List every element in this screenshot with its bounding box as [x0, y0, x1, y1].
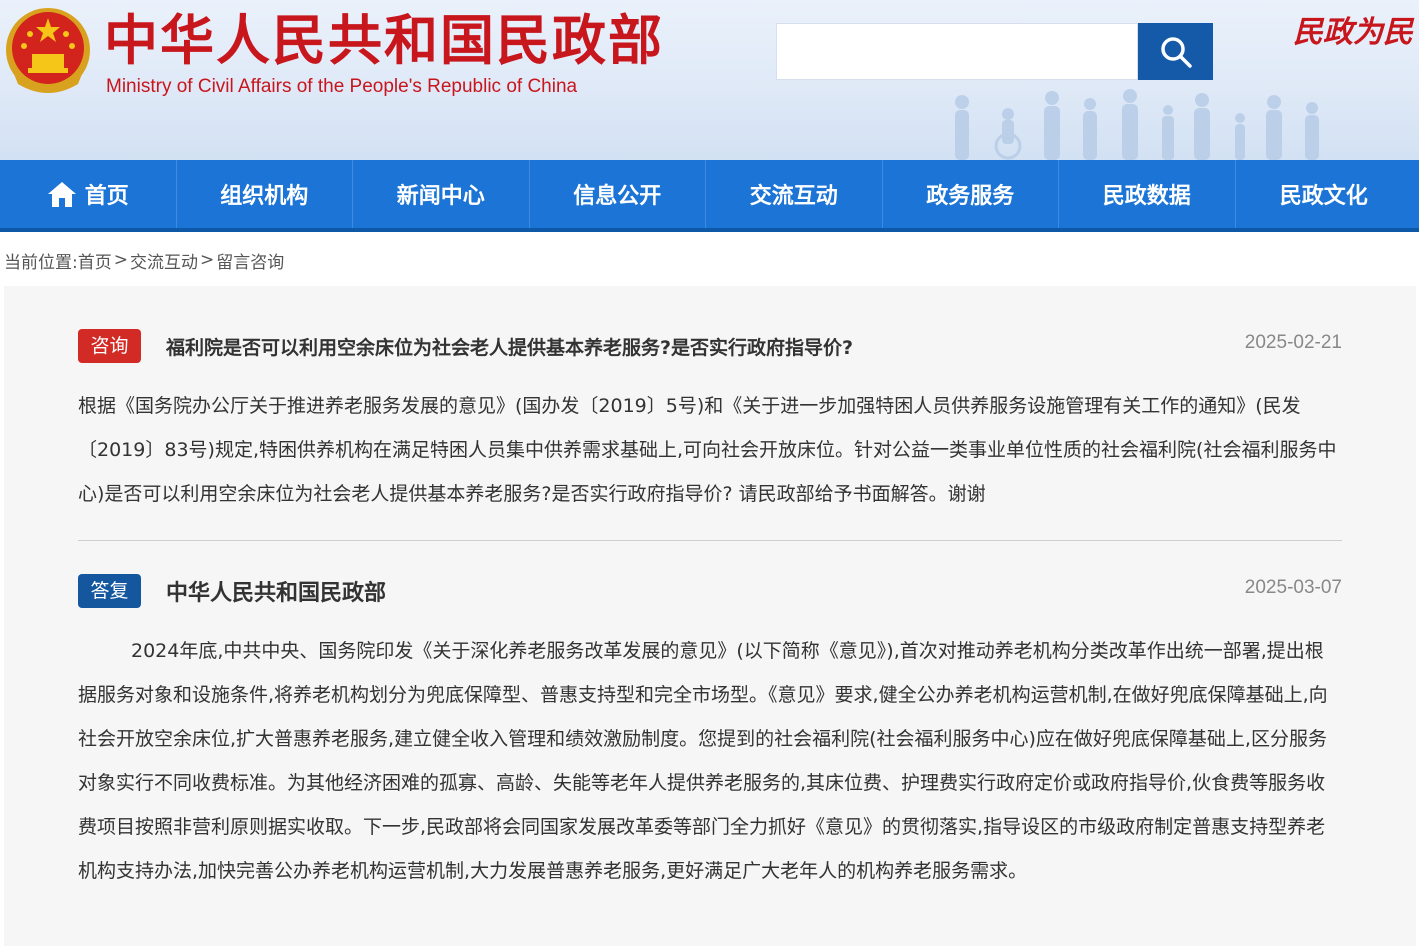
nav-home-label: 首页: [84, 184, 129, 209]
nav-government-services[interactable]: 政务服务: [883, 160, 1059, 228]
site-header: 中华人民共和国民政部 Ministry of Civil Affairs of …: [0, 0, 1419, 160]
nav-organization[interactable]: 组织机构: [177, 160, 353, 228]
nav-news-center[interactable]: 新闻中心: [353, 160, 530, 228]
site-subtitle: Ministry of Civil Affairs of the People'…: [106, 76, 578, 97]
question-body: 根据《国务院办公厅关于推进养老服务发展的意见》(国办发〔2019〕5号)和《关于…: [78, 395, 1337, 505]
people-silhouette-decoration: [955, 89, 1319, 160]
nav-civil-culture[interactable]: 民政文化: [1236, 160, 1413, 228]
main-nav: 首页 组织机构 新闻中心 信息公开 交流互动 政务服务 民政数据 民政文化: [0, 160, 1419, 232]
breadcrumb-separator: >: [113, 250, 128, 270]
search-input[interactable]: [776, 23, 1138, 80]
answer-date: 2025-03-07: [1244, 577, 1342, 598]
answer-body: 2024年底,中共中央、国务院印发《关于深化养老服务改革发展的意见》(以下简称《…: [78, 640, 1328, 882]
nav-interaction[interactable]: 交流互动: [706, 160, 883, 228]
breadcrumb-separator: >: [199, 250, 215, 270]
home-icon: [47, 180, 77, 208]
search-icon: [1160, 36, 1192, 68]
answer-header: 答复 中华人民共和国民政部 2025-03-07: [78, 573, 1342, 609]
national-emblem-icon[interactable]: [4, 4, 92, 96]
site-title: 中华人民共和国民政部: [104, 9, 664, 72]
breadcrumb-interaction-link[interactable]: 交流互动: [130, 248, 198, 273]
answer-badge: 答复: [78, 574, 141, 608]
slogan: 民政为民: [1293, 15, 1413, 50]
answer-author: 中华人民共和国民政部: [166, 581, 387, 606]
question-section: 咨询 福利院是否可以利用空余床位为社会老人提供基本养老服务?是否实行政府指导价?…: [78, 328, 1342, 516]
breadcrumb-current[interactable]: 留言咨询: [216, 248, 284, 273]
search-box: [776, 23, 1213, 80]
section-divider: [78, 540, 1342, 541]
breadcrumb-prefix: 当前位置:: [4, 252, 78, 273]
question-badge: 咨询: [78, 329, 141, 363]
nav-home[interactable]: 首页: [0, 160, 177, 228]
message-detail-panel: 咨询 福利院是否可以利用空余床位为社会老人提供基本养老服务?是否实行政府指导价?…: [4, 286, 1416, 946]
search-button[interactable]: [1138, 23, 1213, 80]
question-header: 咨询 福利院是否可以利用空余床位为社会老人提供基本养老服务?是否实行政府指导价?…: [78, 328, 1342, 364]
question-date: 2025-02-21: [1244, 332, 1342, 353]
breadcrumb: 当前位置: 首页 > 交流互动 > 留言咨询: [0, 232, 1419, 288]
nav-civil-data[interactable]: 民政数据: [1059, 160, 1236, 228]
nav-info-disclosure[interactable]: 信息公开: [530, 160, 706, 228]
breadcrumb-home-link[interactable]: 首页: [78, 248, 112, 273]
answer-section: 答复 中华人民共和国民政部 2025-03-07 2024年底,中共中央、国务院…: [78, 573, 1342, 893]
question-title: 福利院是否可以利用空余床位为社会老人提供基本养老服务?是否实行政府指导价?: [166, 336, 854, 359]
